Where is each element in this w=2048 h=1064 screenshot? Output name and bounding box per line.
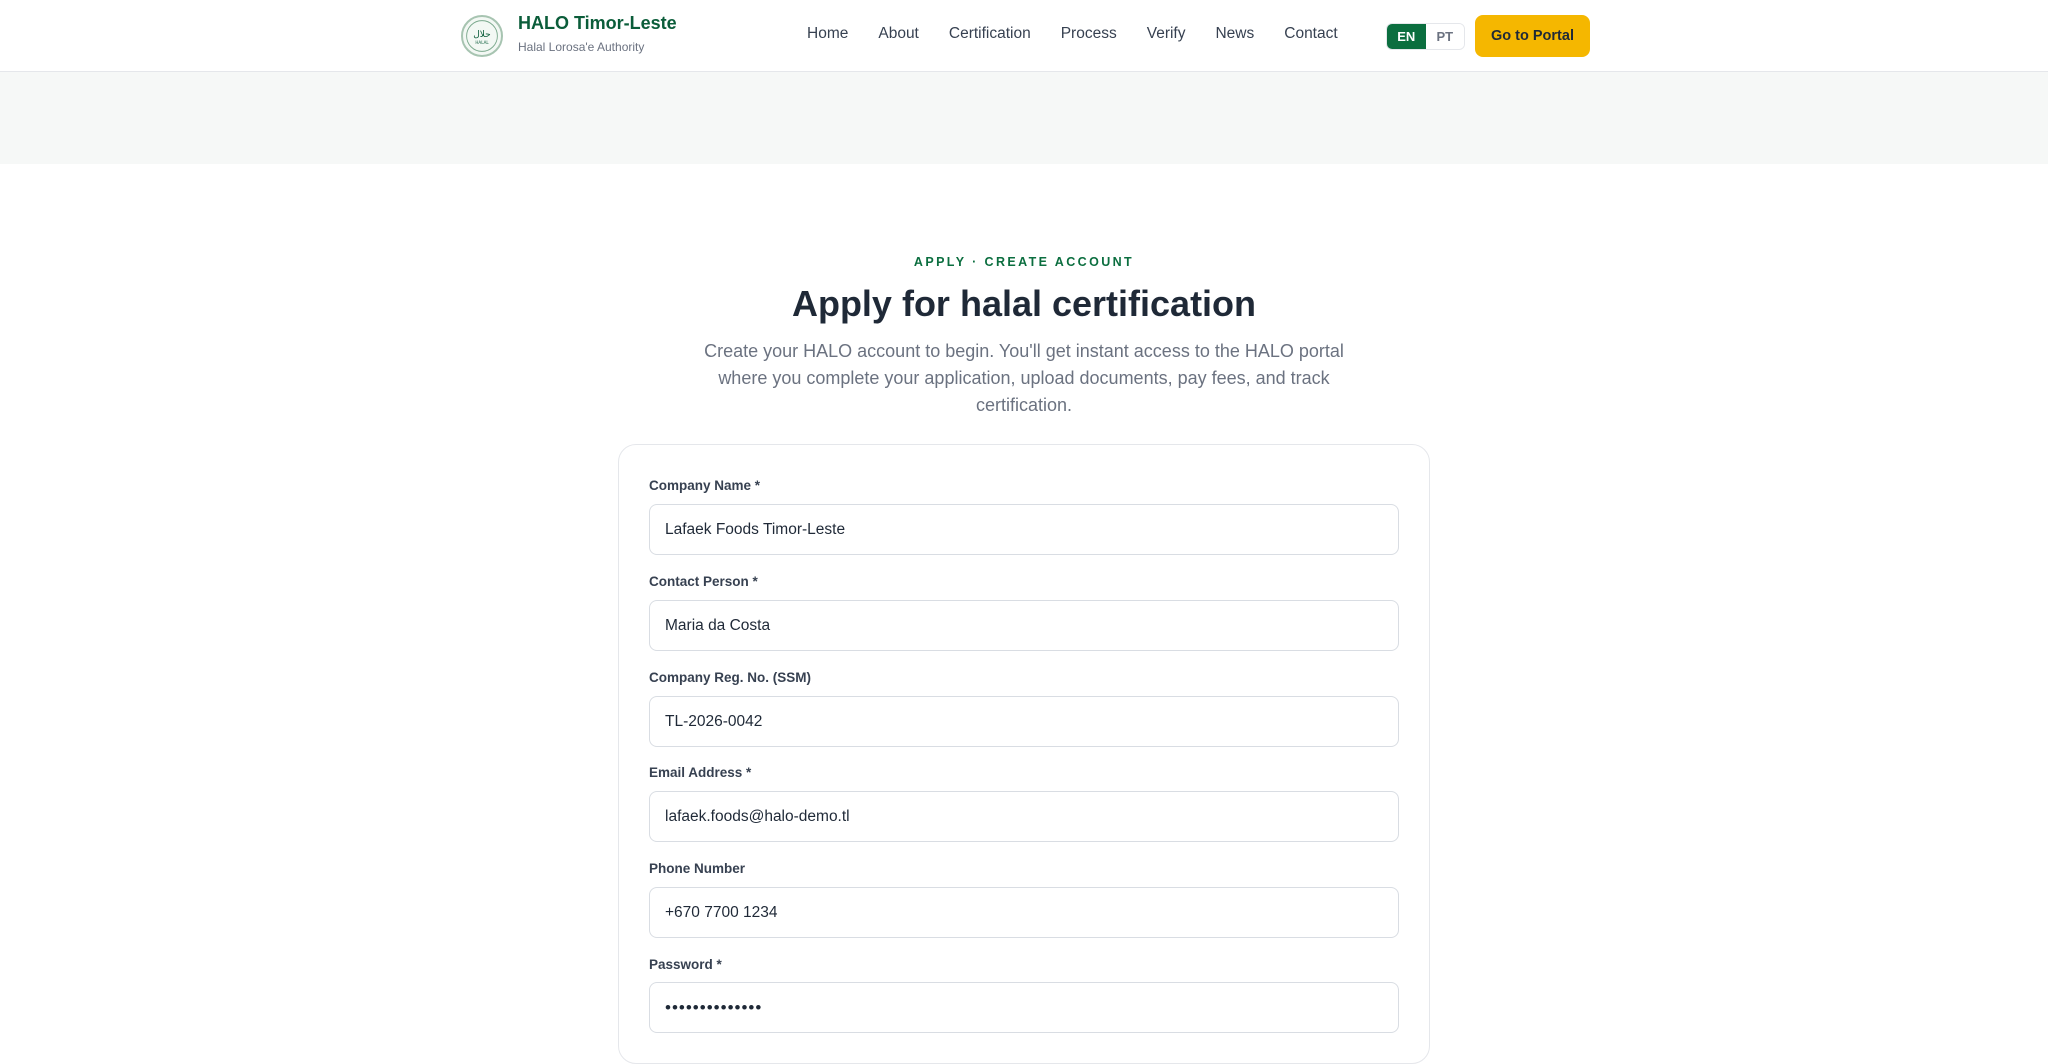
logo-arabic-text: حلال — [473, 30, 491, 40]
nav-process[interactable]: Process — [1061, 25, 1117, 43]
company-name-label: Company Name * — [649, 478, 761, 493]
nav-home[interactable]: Home — [807, 25, 848, 43]
email-input[interactable] — [649, 791, 1399, 842]
email-label: Email Address * — [649, 765, 752, 780]
phone-input[interactable] — [649, 887, 1399, 938]
site-header: حلال HALAL HALO Timor-Leste Halal Lorosa… — [0, 0, 2048, 72]
contact-person-label: Contact Person * — [649, 574, 758, 589]
logo-halal-text: HALAL — [475, 40, 489, 45]
language-switcher: EN PT — [1386, 23, 1465, 50]
hero-band — [0, 72, 2048, 164]
company-name-input[interactable] — [649, 504, 1399, 555]
page-title: Apply for halal certification — [791, 283, 1257, 324]
lang-en-button[interactable]: EN — [1387, 24, 1426, 49]
password-input[interactable] — [649, 982, 1399, 1033]
nav-contact[interactable]: Contact — [1284, 25, 1337, 43]
brand-subtitle: Halal Lorosa'e Authority — [518, 40, 645, 54]
page-lead: Create your HALO account to begin. You'l… — [704, 341, 1344, 415]
contact-person-input[interactable] — [649, 600, 1399, 651]
main-nav: Home About Certification Process Verify … — [807, 25, 1368, 43]
nav-news[interactable]: News — [1215, 25, 1254, 43]
phone-label: Phone Number — [649, 861, 746, 876]
halal-seal-icon[interactable]: حلال HALAL — [461, 15, 503, 57]
brand-title[interactable]: HALO Timor-Leste — [518, 13, 677, 34]
nav-about[interactable]: About — [878, 25, 919, 43]
nav-certification[interactable]: Certification — [949, 25, 1031, 43]
page-eyebrow: APPLY · CREATE ACCOUNT — [913, 255, 1135, 269]
reg-no-input[interactable] — [649, 696, 1399, 747]
nav-verify[interactable]: Verify — [1147, 25, 1186, 43]
password-label: Password * — [649, 957, 722, 972]
go-to-portal-button[interactable]: Go to Portal — [1475, 15, 1590, 57]
reg-no-label: Company Reg. No. (SSM) — [649, 670, 812, 685]
lang-pt-button[interactable]: PT — [1425, 24, 1464, 49]
